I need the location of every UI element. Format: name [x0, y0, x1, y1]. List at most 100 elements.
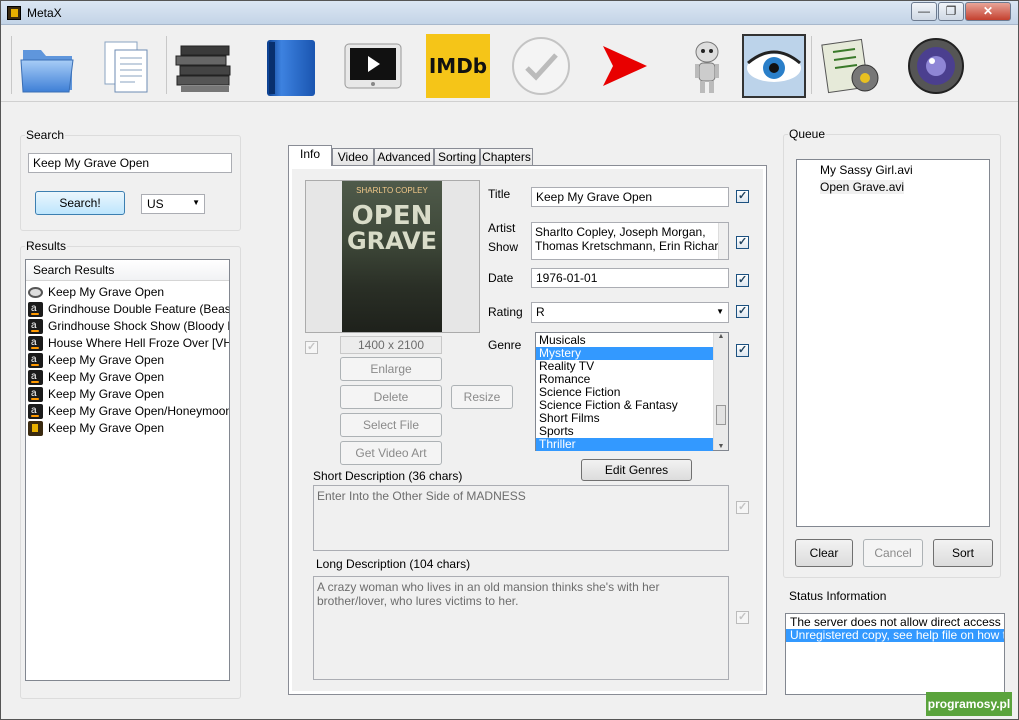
result-item[interactable]: a Keep My Grave Open/Honeymoon... [26, 403, 229, 420]
scroll-up-icon[interactable]: ▲ [714, 333, 728, 340]
artist-checkbox[interactable] [736, 235, 749, 249]
batch-discs-icon[interactable] [171, 34, 235, 98]
result-title: Grindhouse Double Feature (Beast ... [48, 302, 229, 316]
tab-chapters[interactable]: Chapters [480, 148, 533, 166]
queue-rows: My Sassy Girl.avi Open Grave.avi [797, 162, 989, 196]
toolbar-separator [811, 36, 812, 94]
genre-checkbox[interactable] [736, 343, 749, 357]
tab-info[interactable]: Info [288, 145, 332, 166]
artwork-checkbox[interactable] [305, 340, 318, 354]
disc-source-icon [28, 287, 43, 298]
status-line[interactable]: Unregistered copy, see help file on how … [786, 629, 1004, 642]
artist-line-2: Thomas Kretschmann, Erin Richards, [535, 239, 729, 253]
result-item[interactable]: a House Where Hell Froze Over [VHS] [26, 335, 229, 352]
genre-item[interactable]: Thriller [536, 438, 713, 451]
amazon-source-icon: a [28, 387, 43, 402]
result-item[interactable]: a Keep My Grave Open [26, 386, 229, 403]
tab-advanced[interactable]: Advanced [374, 148, 434, 166]
results-list[interactable]: Search Results Keep My Grave Open a Grindh… [25, 259, 230, 681]
search-button[interactable]: Search! [35, 191, 125, 215]
title-field[interactable]: Keep My Grave Open [531, 187, 729, 207]
scroll-down-icon[interactable]: ▼ [714, 443, 728, 450]
queue-list[interactable]: My Sassy Girl.avi Open Grave.avi [796, 159, 990, 527]
edit-genres-button[interactable]: Edit Genres [581, 459, 692, 481]
sort-queue-button[interactable]: Sort [933, 539, 993, 567]
amazon-source-icon: a [28, 353, 43, 368]
short-description-checkbox[interactable] [736, 500, 749, 514]
resize-button[interactable]: Resize [451, 385, 513, 409]
result-item[interactable]: Keep My Grave Open [26, 284, 229, 301]
long-description-checkbox[interactable] [736, 610, 749, 624]
close-button[interactable]: ✕ [965, 2, 1011, 21]
result-title: Grindhouse Shock Show (Bloody P... [48, 319, 229, 333]
date-checkbox[interactable] [736, 273, 749, 287]
delete-artwork-button[interactable]: Delete [340, 385, 442, 409]
long-description-field[interactable]: A crazy woman who lives in an old mansio… [313, 576, 729, 680]
result-title: Keep My Grave Open [48, 421, 165, 435]
open-folder-icon[interactable] [15, 34, 79, 98]
status-rows: The server does not allow direct access … [786, 616, 1004, 642]
queue-item-label: Open Grave.avi [820, 180, 905, 194]
robot-icon[interactable] [675, 34, 739, 98]
artist-scrollbar[interactable] [718, 223, 728, 259]
toolbar-separator [166, 36, 167, 94]
status-list[interactable]: The server does not allow direct access … [785, 613, 1005, 695]
scroll-thumb[interactable] [716, 405, 726, 425]
result-title: Keep My Grave Open/Honeymoon... [48, 404, 229, 418]
about-globe-icon[interactable] [904, 34, 968, 98]
select-file-button[interactable]: Select File [340, 413, 442, 437]
poster-title-line2: GRAVE [346, 227, 438, 255]
result-item[interactable]: a Keep My Grave Open [26, 352, 229, 369]
checkmark-icon[interactable] [509, 34, 573, 98]
maximize-button[interactable]: ❐ [938, 2, 964, 21]
result-item[interactable]: Keep My Grave Open [26, 420, 229, 437]
go-arrow-icon[interactable] [593, 34, 657, 98]
result-title: House Where Hell Froze Over [VHS] [48, 336, 229, 350]
main-window: MetaX — ❐ ✕ IMDb Search Keep My Grave Op… [0, 0, 1019, 720]
result-item[interactable]: a Grindhouse Shock Show (Bloody P... [26, 318, 229, 335]
amazon-source-icon: a [28, 336, 43, 351]
results-column-header[interactable]: Search Results [26, 260, 229, 281]
queue-item[interactable]: My Sassy Girl.avi [797, 162, 989, 179]
imdb-icon[interactable]: IMDb [426, 34, 490, 98]
get-video-art-button[interactable]: Get Video Art [340, 441, 442, 465]
title-label: Title [488, 187, 511, 201]
title-bar: MetaX — ❐ ✕ [1, 1, 1018, 25]
poster-title-line1: OPEN [351, 201, 433, 231]
result-title: Keep My Grave Open [48, 353, 165, 367]
title-checkbox[interactable] [736, 189, 749, 203]
rating-select[interactable]: R ▼ [531, 302, 729, 323]
chevron-down-icon: ▼ [192, 198, 200, 207]
date-field[interactable]: 1976-01-01 [531, 268, 729, 288]
rating-value: R [536, 305, 545, 319]
status-line[interactable]: The server does not allow direct access … [786, 616, 1004, 629]
minimize-button[interactable]: — [911, 2, 937, 21]
toolbar: IMDb [1, 26, 1018, 102]
documents-icon[interactable] [95, 34, 159, 98]
metax-source-icon [28, 421, 43, 436]
tab-sorting[interactable]: Sorting [434, 148, 480, 166]
video-player-icon[interactable] [341, 34, 405, 98]
region-select[interactable]: US ▼ [141, 194, 205, 214]
search-input[interactable]: Keep My Grave Open [28, 153, 232, 173]
clear-queue-button[interactable]: Clear [795, 539, 853, 567]
enlarge-button[interactable]: Enlarge [340, 357, 442, 381]
status-group-title: Status Information [788, 589, 888, 603]
book-icon[interactable] [259, 34, 323, 98]
artist-label: Artist [488, 221, 516, 235]
artist-field[interactable]: Sharlto Copley, Joseph Morgan, Thomas Kr… [531, 222, 729, 260]
result-item[interactable]: a Keep My Grave Open [26, 369, 229, 386]
tab-video[interactable]: Video [332, 148, 374, 166]
eye-icon[interactable] [742, 34, 806, 98]
cancel-queue-button[interactable]: Cancel [863, 539, 923, 567]
result-item[interactable]: a Grindhouse Double Feature (Beast ... [26, 301, 229, 318]
rating-checkbox[interactable] [736, 304, 749, 318]
settings-checklist-icon[interactable] [819, 34, 883, 98]
show-label: Show [488, 240, 519, 254]
genre-scrollbar[interactable]: ▲ ▼ [713, 333, 728, 450]
poster-image[interactable]: SHARLTO COPLEY OPEN GRAVE [342, 181, 442, 332]
results-rows: Keep My Grave Open a Grindhouse Double Fea… [26, 281, 229, 437]
short-description-field[interactable]: Enter Into the Other Side of MADNESS [313, 485, 729, 551]
queue-item[interactable]: Open Grave.avi [797, 179, 989, 196]
genre-list[interactable]: Musicals Mystery Reality TV Romance Science … [535, 332, 729, 451]
